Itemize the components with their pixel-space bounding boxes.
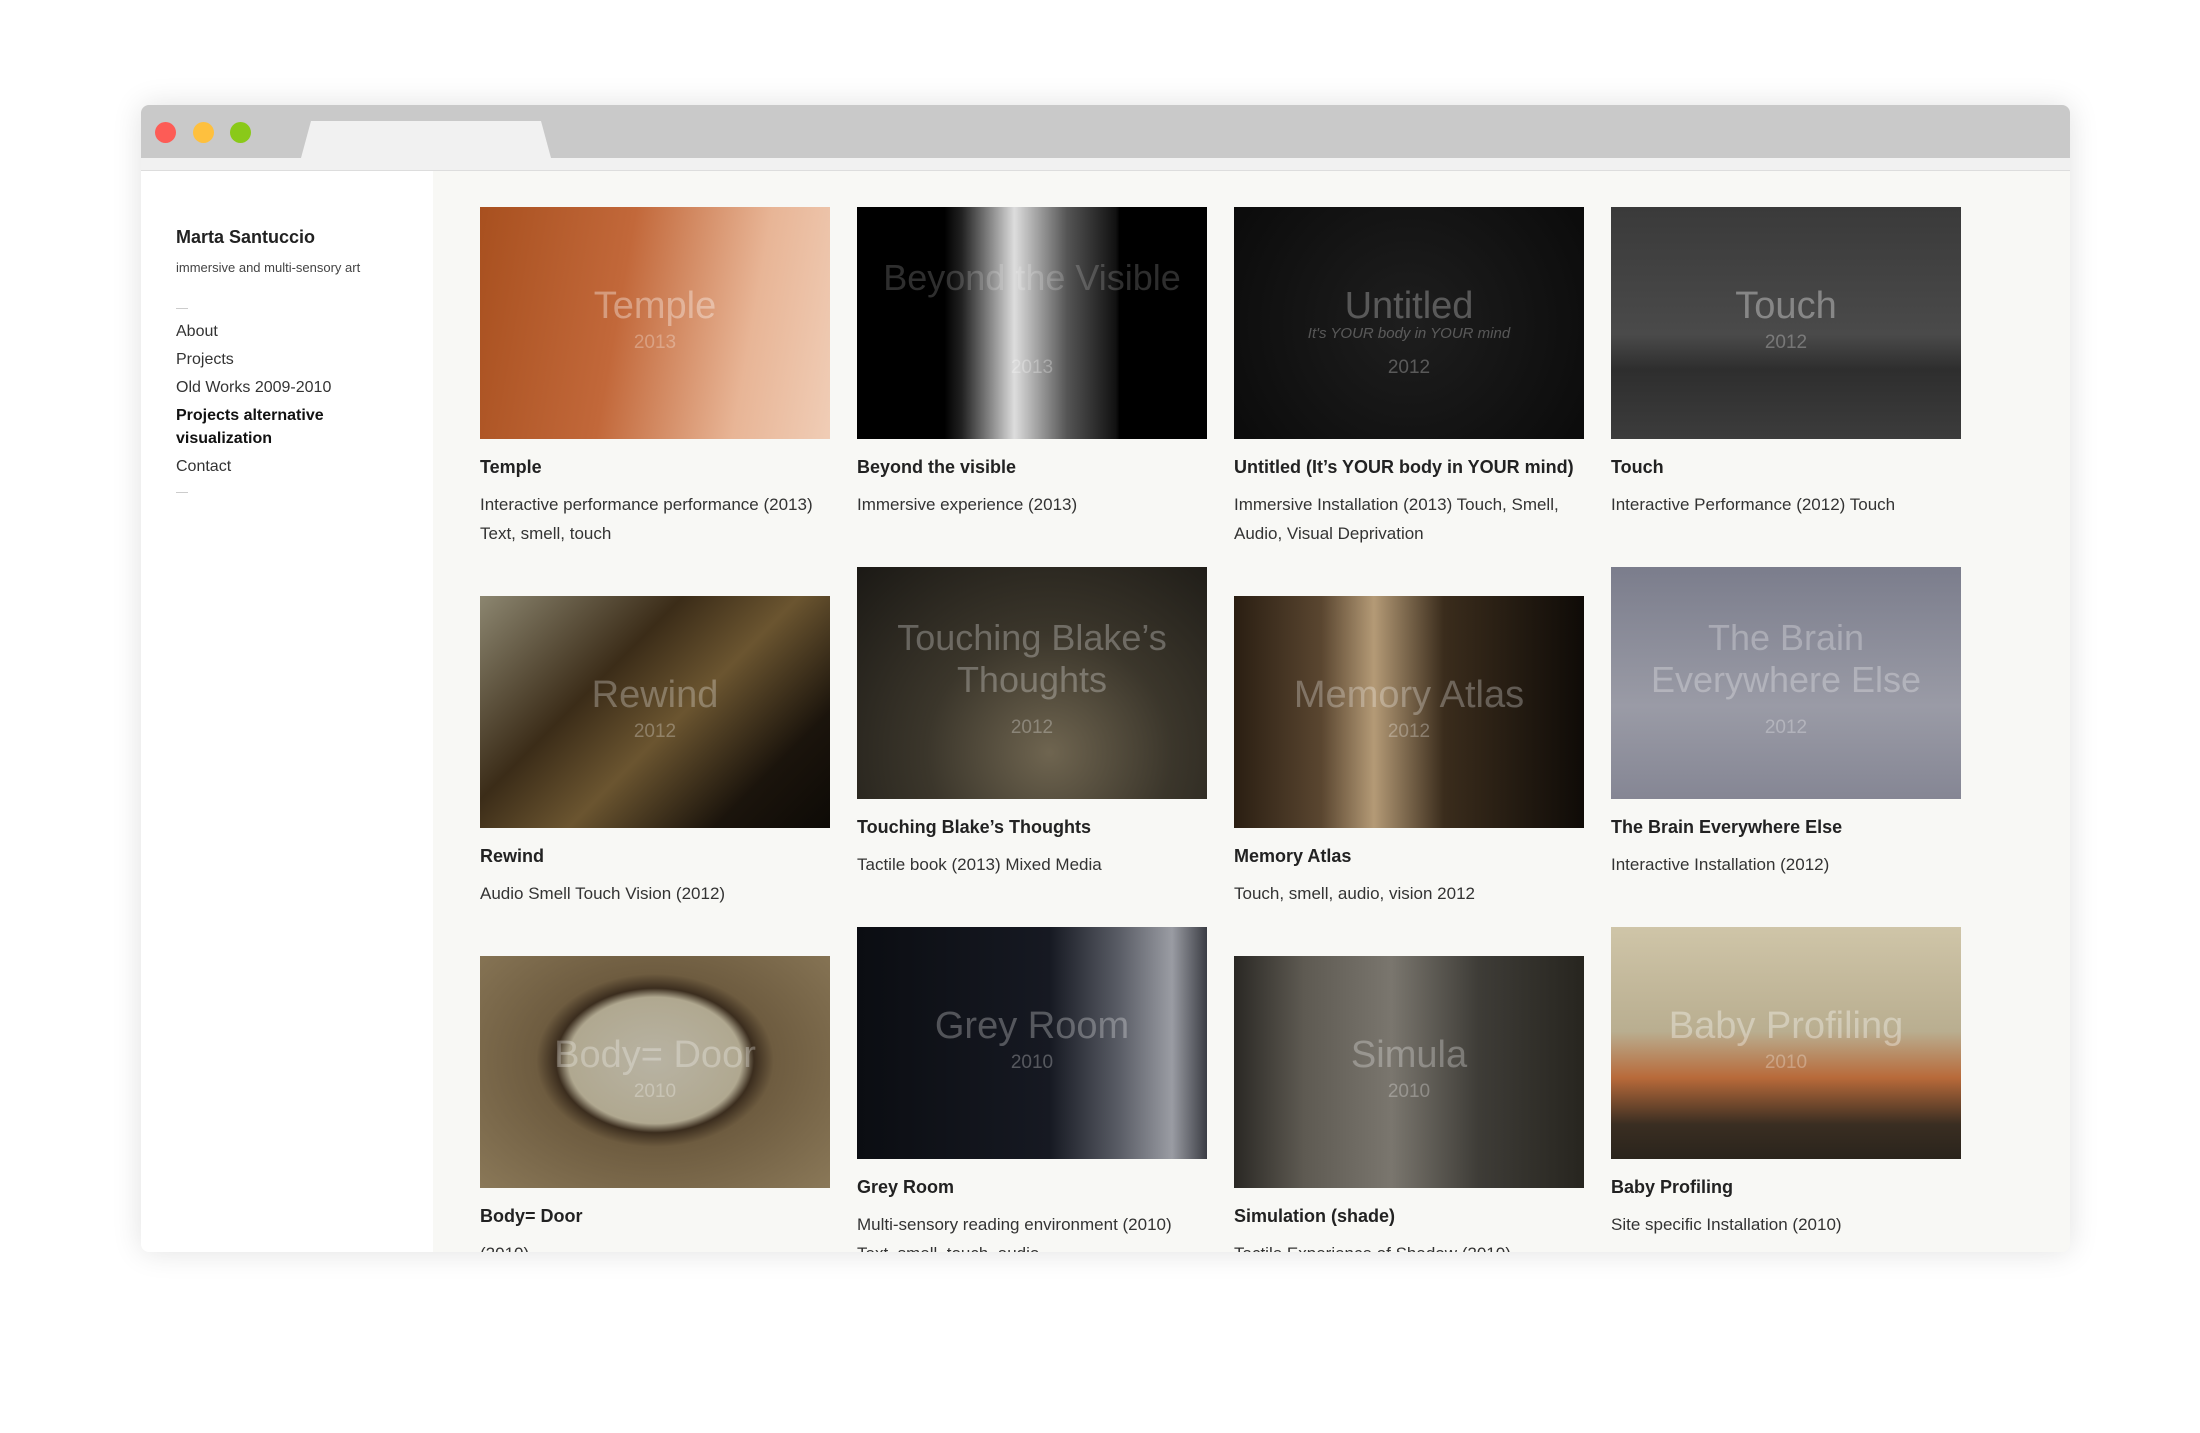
browser-titlebar xyxy=(141,105,2070,158)
project-thumbnail[interactable]: The Brain Everywhere Else 2012 xyxy=(1611,567,1961,799)
divider xyxy=(176,492,188,493)
thumbnail-overlay-title: Body= Door xyxy=(554,1034,756,1076)
project-card[interactable]: Temple 2013 Temple Interactive performan… xyxy=(480,207,830,548)
project-description: Immersive experience (2013) xyxy=(857,495,1078,514)
project-description: Interactive Performance (2012) Touch xyxy=(1611,495,1896,514)
project-thumbnail[interactable]: Baby Profiling 2010 xyxy=(1611,927,1961,1159)
thumbnail-overlay-title: Touching Blake’s Thoughts xyxy=(897,617,1167,700)
project-thumbnail[interactable]: Temple 2013 xyxy=(480,207,830,439)
nav-old-works[interactable]: Old Works 2009-2010 xyxy=(176,376,331,399)
project-description: Tactile Experience of Shadow (2010) xyxy=(1234,1239,1584,1252)
browser-tab[interactable] xyxy=(301,121,551,158)
site-title[interactable]: Marta Santuccio xyxy=(176,227,315,248)
thumbnail-overlay-year: 2012 xyxy=(1387,721,1431,742)
thumbnail-overlay-year: 2010 xyxy=(1010,1052,1054,1073)
browser-toolbar xyxy=(141,158,2070,171)
project-thumbnail[interactable]: Untitled It's YOUR body in YOUR mind 201… xyxy=(1234,207,1584,439)
thumbnail-overlay-title: The Brain Everywhere Else xyxy=(1650,617,1922,700)
project-description: Multi-sensory reading environment (2010)… xyxy=(857,1215,1172,1252)
project-description: Interactive performance performance (201… xyxy=(480,495,813,543)
project-description: Audio Smell Touch Vision (2012) xyxy=(480,884,726,903)
thumbnail-overlay-title: Rewind xyxy=(591,674,719,716)
project-card[interactable]: Touching Blake’s Thoughts 2012 Touching … xyxy=(857,567,1207,879)
thumbnail-overlay-year: 2012 xyxy=(1764,717,1808,738)
nav-projects-alternative-visualization[interactable]: Projects alternative visualization xyxy=(176,404,346,450)
nav-projects[interactable]: Projects xyxy=(176,348,234,371)
thumbnail-overlay-year: 2013 xyxy=(633,332,677,353)
project-title[interactable]: Body= Door xyxy=(480,1206,830,1227)
thumbnail-overlay-year: 2012 xyxy=(1764,332,1808,353)
project-card[interactable]: Rewind 2012 Rewind Audio Smell Touch Vis… xyxy=(480,596,830,908)
thumbnail-overlay-title: Untitled xyxy=(1344,285,1474,327)
thumbnail-overlay-year: 2010 xyxy=(633,1081,677,1102)
thumbnail-overlay-year: 2013 xyxy=(1010,357,1054,378)
project-thumbnail[interactable]: Simula 2010 xyxy=(1234,956,1584,1188)
project-title[interactable]: Touch xyxy=(1611,457,1961,478)
site-tagline: immersive and multi-sensory art xyxy=(176,260,361,275)
thumbnail-overlay-year: 2010 xyxy=(1764,1052,1808,1073)
thumbnail-overlay-year: 2012 xyxy=(633,721,677,742)
thumbnail-overlay-title: Grey Room xyxy=(934,1005,1130,1047)
thumbnail-overlay-title: Temple xyxy=(593,285,717,327)
thumbnail-overlay-title: Touch xyxy=(1735,285,1837,327)
project-thumbnail[interactable]: Body= Door 2010 xyxy=(480,956,830,1188)
thumbnail-overlay-year: 2010 xyxy=(1387,1081,1431,1102)
project-thumbnail[interactable]: Memory Atlas 2012 xyxy=(1234,596,1584,828)
minimize-window-button[interactable] xyxy=(193,122,214,143)
project-title[interactable]: Simulation (shade) xyxy=(1234,1206,1584,1227)
project-description: (2010) xyxy=(480,1239,830,1252)
project-title[interactable]: Baby Profiling xyxy=(1611,1177,1961,1198)
project-card[interactable]: Memory Atlas 2012 Memory Atlas Touch, sm… xyxy=(1234,596,1584,908)
thumbnail-overlay-title: Simula xyxy=(1350,1034,1468,1076)
project-description: Tactile book (2013) Mixed Media xyxy=(857,855,1102,874)
project-description: Interactive Installation (2012) xyxy=(1611,855,1830,874)
project-description: Site specific Installation (2010) xyxy=(1611,1215,1842,1234)
divider xyxy=(176,308,188,309)
project-title[interactable]: Temple xyxy=(480,457,830,478)
project-title[interactable]: Untitled (It’s YOUR body in YOUR mind) xyxy=(1234,457,1584,478)
project-description: Touch, smell, audio, vision 2012 xyxy=(1234,884,1475,903)
project-card[interactable]: Simula 2010 Simulation (shade) Tactile E… xyxy=(1234,956,1584,1252)
project-description: Immersive Installation (2013) Touch, Sme… xyxy=(1234,495,1559,543)
sidebar: Marta Santuccio immersive and multi-sens… xyxy=(141,171,433,1252)
project-thumbnail[interactable]: Rewind 2012 xyxy=(480,596,830,828)
maximize-window-button[interactable] xyxy=(230,122,251,143)
project-title[interactable]: The Brain Everywhere Else xyxy=(1611,817,1961,838)
thumbnail-overlay-title: Memory Atlas xyxy=(1293,674,1525,716)
browser-window: Marta Santuccio immersive and multi-sens… xyxy=(141,105,2070,1252)
project-card[interactable]: Untitled It's YOUR body in YOUR mind 201… xyxy=(1234,207,1584,548)
project-title[interactable]: Touching Blake’s Thoughts xyxy=(857,817,1207,838)
nav-contact[interactable]: Contact xyxy=(176,455,231,478)
project-card[interactable]: Baby Profiling 2010 Baby Profiling Site … xyxy=(1611,927,1961,1239)
project-card[interactable]: Touch 2012 Touch Interactive Performance… xyxy=(1611,207,1961,519)
thumbnail-overlay-year: 2012 xyxy=(1387,357,1431,378)
project-card[interactable]: Beyond the Visible 2013 Beyond the visib… xyxy=(857,207,1207,519)
project-title[interactable]: Beyond the visible xyxy=(857,457,1207,478)
thumbnail-overlay-title: Baby Profiling xyxy=(1668,1005,1904,1047)
project-title[interactable]: Grey Room xyxy=(857,1177,1207,1198)
thumbnail-overlay-year: 2012 xyxy=(1010,717,1054,738)
project-thumbnail[interactable]: Beyond the Visible 2013 xyxy=(857,207,1207,439)
thumbnail-overlay-title: Beyond the Visible xyxy=(883,257,1181,298)
close-window-button[interactable] xyxy=(155,122,176,143)
nav-about[interactable]: About xyxy=(176,320,218,343)
project-thumbnail[interactable]: Grey Room 2010 xyxy=(857,927,1207,1159)
project-card[interactable]: Grey Room 2010 Grey Room Multi-sensory r… xyxy=(857,927,1207,1252)
thumbnail-overlay-subtitle: It's YOUR body in YOUR mind xyxy=(1307,325,1511,342)
project-card[interactable]: The Brain Everywhere Else 2012 The Brain… xyxy=(1611,567,1961,879)
project-title[interactable]: Rewind xyxy=(480,846,830,867)
project-thumbnail[interactable]: Touching Blake’s Thoughts 2012 xyxy=(857,567,1207,799)
project-title[interactable]: Memory Atlas xyxy=(1234,846,1584,867)
project-card[interactable]: Body= Door 2010 Body= Door (2010) xyxy=(480,956,830,1252)
project-thumbnail[interactable]: Touch 2012 xyxy=(1611,207,1961,439)
